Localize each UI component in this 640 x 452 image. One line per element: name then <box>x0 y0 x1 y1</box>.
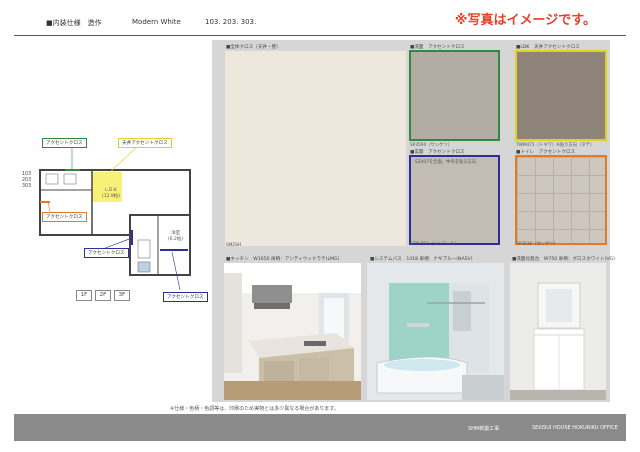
bath-illustration <box>367 263 504 400</box>
header-theme: Modern White <box>132 18 181 26</box>
ldk-room-label: L.D.K (12.9帖) <box>102 188 120 199</box>
kitchen-illustration <box>224 263 361 400</box>
floor-plan-drawing <box>39 145 191 291</box>
entrance-cloth-note: SZ407を全面、中央を貼る方向 <box>415 160 477 165</box>
callout-washroom: アクセントクロス <box>42 138 87 148</box>
floor-plan: L.D.K (12.9帖) 洋室 (6.2帖) 103 203 303 <box>20 130 210 291</box>
main-cloth-label: ■全体クロス（天井・壁） <box>226 45 281 50</box>
washroom-cloth-swatch <box>409 50 500 141</box>
entrance-cloth-swatch: SZ407を全面、中央を貼る方向 <box>409 155 500 245</box>
floor-2f-button[interactable]: 2F <box>95 290 111 301</box>
vanity-photo <box>510 263 606 400</box>
kitchen-label: ■キッチン W1650 扉柄：アンティウッドラテ(LMG) <box>226 257 340 262</box>
main-cloth-swatch <box>225 51 406 246</box>
ldk-cloth-swatch <box>515 50 607 141</box>
toilet-cloth-code: SP3536（サンゲツ） <box>516 242 559 247</box>
floor-3f-button[interactable]: 3F <box>114 290 130 301</box>
header-rooms: 103. 203. 303. <box>205 18 257 26</box>
western-size: (6.2帖) <box>168 237 184 242</box>
callout-toilet: アクセントクロス <box>84 248 129 258</box>
callout-ldk: 天井アクセントクロス <box>118 138 172 148</box>
main-cloth-code: SM2SH <box>226 243 242 248</box>
entrance-cloth-code: STM-703（シンコール） <box>410 242 459 247</box>
kitchen-photo <box>224 263 361 400</box>
footer-office: SEKISUI HOUSE HOKURIKU OFFICE <box>532 425 618 431</box>
callout-entrance: アクセントクロス <box>42 212 87 222</box>
footer-bar: SHM新築工事 SEKISUI HOUSE HOKURIKU OFFICE <box>14 414 626 441</box>
bath-label: ■システムバス 1418 扉柄：ナギブルー(NASV) <box>370 257 473 262</box>
image-notice: ※写真はイメージです。 <box>454 13 596 28</box>
floor-1f-button[interactable]: 1F <box>76 290 92 301</box>
washroom-cloth-code: SP3594（サンゲツ） <box>410 143 453 148</box>
bath-photo <box>367 263 504 400</box>
toilet-cloth-swatch <box>515 155 607 245</box>
footer-company: SHM新築工事 <box>468 426 500 432</box>
callout-bottom: アクセントクロス <box>163 292 208 302</box>
ldk-size: (12.9帖) <box>102 194 121 199</box>
ldk-cloth-code: TWM471（トキワ）※貼り方向（タテ） <box>516 143 595 148</box>
disclaimer-text: ※仕様・色柄・色調等は、印刷のため実物とは多少異なる場合があります。 <box>170 406 339 412</box>
western-room-label: 洋室 (6.2帖) <box>168 230 183 242</box>
header-divider <box>14 35 626 36</box>
vanity-label: ■洗面化粧台 W750 扉柄：グロスホワイト(VG) <box>512 257 615 262</box>
header-section: ■内装仕様 造作 <box>46 19 102 27</box>
room-numbers: 103 203 303 <box>22 172 32 189</box>
vanity-illustration <box>510 263 606 400</box>
